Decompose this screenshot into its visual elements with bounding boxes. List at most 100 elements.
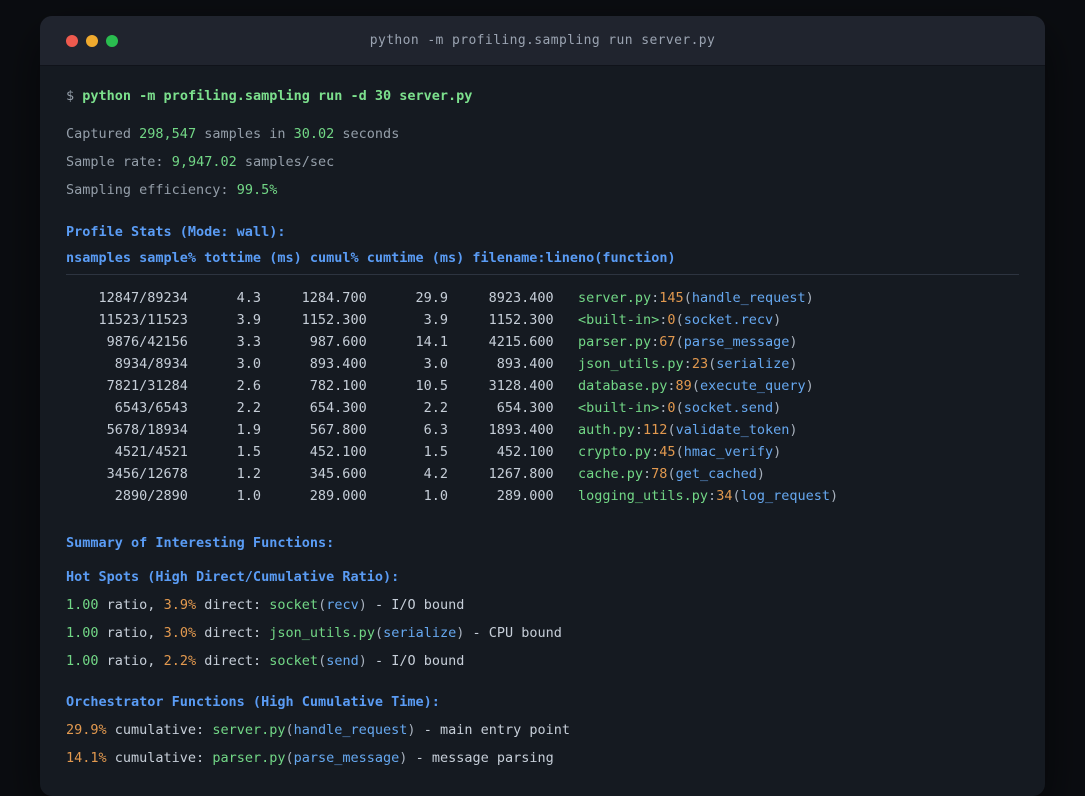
cell-tottime: 452.100 bbox=[309, 444, 367, 460]
cell-tottime: 567.800 bbox=[309, 422, 367, 438]
location-function: log_request bbox=[740, 488, 830, 504]
location-filename: cache.py bbox=[578, 466, 644, 482]
location-lineno: 112 bbox=[643, 422, 668, 438]
orchestrator-function: handle_request bbox=[293, 722, 408, 738]
profile-table: 12847/89234 4.3 1284.700 29.9 8923.400 server… bbox=[66, 287, 1019, 507]
location-lineno: 78 bbox=[651, 466, 668, 482]
cell-sample-pct: 1.9 bbox=[236, 422, 262, 438]
cell-nsamples: 11523/11523 bbox=[98, 312, 188, 328]
hot-spot-ratio: 1.00 bbox=[66, 653, 99, 669]
location-lineno: 45 bbox=[659, 444, 676, 460]
location-lineno: 0 bbox=[667, 400, 676, 416]
orchestrators-heading: Orchestrator Functions (High Cumulative … bbox=[66, 694, 440, 710]
hot-spot-item: 1.00 ratio, 3.9% direct: socket(recv) - … bbox=[66, 597, 465, 613]
orchestrator-note: - main entry point bbox=[423, 722, 571, 738]
cell-nsamples: 8934/8934 bbox=[114, 356, 188, 372]
orchestrator-function: parse_message bbox=[293, 750, 400, 766]
cell-sample-pct: 1.2 bbox=[236, 466, 262, 482]
location-function: socket.recv bbox=[683, 312, 774, 328]
cell-tottime: 654.300 bbox=[309, 400, 367, 416]
cell-cumtime: 893.400 bbox=[496, 356, 554, 372]
cell-cumul-pct: 4.2 bbox=[423, 466, 448, 482]
location-filename: auth.py bbox=[578, 422, 635, 438]
hot-spot-note: - CPU bound bbox=[472, 625, 562, 641]
location-filename: database.py bbox=[578, 378, 668, 394]
orchestrators-list: 29.9% cumulative: server.py(handle_reque… bbox=[66, 716, 1019, 772]
location-function: execute_query bbox=[699, 378, 806, 394]
efficiency-line: Sampling efficiency: 99.5% bbox=[66, 176, 1019, 204]
cumulative-label: cumulative: bbox=[114, 750, 205, 766]
profile-table-row: 6543/6543 2.2 654.300 2.2 654.300 <built-in>:… bbox=[66, 397, 1019, 419]
window-title: python -m profiling.sampling run server.… bbox=[369, 33, 716, 48]
cell-sample-pct: 3.0 bbox=[236, 356, 262, 372]
location-filename: logging_utils.py bbox=[578, 488, 709, 504]
hot-spot-module: json_utils.py bbox=[269, 625, 375, 641]
cell-sample-pct: 4.3 bbox=[236, 290, 262, 306]
titlebar[interactable]: python -m profiling.sampling run server.… bbox=[40, 16, 1045, 66]
hot-spots-heading: Hot Spots (High Direct/Cumulative Ratio)… bbox=[66, 569, 400, 585]
cell-location: server.py:145(handle_request) bbox=[578, 290, 814, 306]
profile-table-row: 5678/18934 1.9 567.800 6.3 1893.400 auth.py:1… bbox=[66, 419, 1019, 441]
location-filename: server.py bbox=[578, 290, 652, 306]
location-lineno: 34 bbox=[716, 488, 733, 504]
location-function: get_cached bbox=[675, 466, 757, 482]
cumulative-label: cumulative: bbox=[114, 722, 205, 738]
cell-sample-pct: 3.3 bbox=[236, 334, 262, 350]
hot-spot-item: 1.00 ratio, 2.2% direct: socket(send) - … bbox=[66, 653, 465, 669]
location-lineno: 145 bbox=[659, 290, 684, 306]
location-lineno: 67 bbox=[659, 334, 676, 350]
cell-sample-pct: 2.6 bbox=[236, 378, 262, 394]
cell-cumul-pct: 3.9 bbox=[423, 312, 448, 328]
captured-suffix: seconds bbox=[342, 126, 400, 142]
traffic-light-minimize-button[interactable] bbox=[86, 34, 98, 47]
cell-cumul-pct: 2.2 bbox=[423, 400, 448, 416]
terminal-window: python -m profiling.sampling run server.… bbox=[40, 16, 1045, 796]
cell-cumtime: 1267.800 bbox=[488, 466, 554, 482]
orchestrator-item: 29.9% cumulative: server.py(handle_reque… bbox=[66, 722, 571, 738]
cell-cumul-pct: 29.9 bbox=[415, 290, 448, 306]
ratio-label: ratio, bbox=[106, 625, 156, 641]
cell-location: json_utils.py:23(serialize) bbox=[578, 356, 798, 372]
ratio-label: ratio, bbox=[106, 653, 156, 669]
profile-table-row: 2890/2890 1.0 289.000 1.0 289.000 logging_uti… bbox=[66, 485, 1019, 507]
summary-heading: Summary of Interesting Functions: bbox=[66, 535, 335, 551]
hot-spot-ratio: 1.00 bbox=[66, 625, 99, 641]
location-lineno: 89 bbox=[675, 378, 692, 394]
profile-table-row: 3456/12678 1.2 345.600 4.2 1267.800 cache.py:… bbox=[66, 463, 1019, 485]
orchestrator-module: server.py bbox=[212, 722, 286, 738]
cell-cumul-pct: 3.0 bbox=[423, 356, 448, 372]
profile-columns-header: nsamples sample% tottime (ms) cumul% cum… bbox=[66, 250, 676, 266]
cell-location: logging_utils.py:34(log_request) bbox=[578, 488, 839, 504]
location-function: parse_message bbox=[683, 334, 790, 350]
orchestrator-note: - message parsing bbox=[415, 750, 554, 766]
captured-samples: 298,547 bbox=[139, 126, 197, 142]
traffic-light-zoom-button[interactable] bbox=[106, 34, 118, 47]
rate-suffix: samples/sec bbox=[244, 154, 335, 170]
location-filename: <built-in> bbox=[578, 400, 660, 416]
orchestrator-cumulative-pct: 14.1% bbox=[66, 750, 107, 766]
cell-cumtime: 1893.400 bbox=[488, 422, 554, 438]
profile-stats-heading: Profile Stats (Mode: wall): bbox=[66, 224, 286, 240]
efficiency-label: Sampling efficiency: bbox=[66, 182, 229, 198]
cell-location: auth.py:112(validate_token) bbox=[578, 422, 798, 438]
cell-cumtime: 3128.400 bbox=[488, 378, 554, 394]
location-function: handle_request bbox=[691, 290, 806, 306]
traffic-light-close-button[interactable] bbox=[66, 34, 78, 47]
cell-cumul-pct: 1.5 bbox=[423, 444, 448, 460]
terminal-content[interactable]: $ python -m profiling.sampling run -d 30… bbox=[40, 66, 1045, 772]
direct-label: direct: bbox=[204, 625, 262, 641]
cell-tottime: 289.000 bbox=[309, 488, 367, 504]
direct-label: direct: bbox=[204, 597, 262, 613]
hot-spot-item: 1.00 ratio, 3.0% direct: json_utils.py(s… bbox=[66, 625, 562, 641]
cell-location: crypto.py:45(hmac_verify) bbox=[578, 444, 782, 460]
hot-spot-direct-pct: 2.2% bbox=[163, 653, 197, 669]
profile-table-row: 8934/8934 3.0 893.400 3.0 893.400 json_utils.… bbox=[66, 353, 1019, 375]
hot-spot-function: send bbox=[326, 653, 359, 669]
command-text: python -m profiling.sampling run -d 30 s… bbox=[82, 88, 473, 104]
cell-cumtime: 452.100 bbox=[496, 444, 554, 460]
hot-spot-direct-pct: 3.9% bbox=[163, 597, 197, 613]
ratio-label: ratio, bbox=[106, 597, 156, 613]
location-filename: json_utils.py bbox=[578, 356, 684, 372]
profile-table-row: 11523/11523 3.9 1152.300 3.9 1152.300 <built-… bbox=[66, 309, 1019, 331]
cell-tottime: 782.100 bbox=[309, 378, 367, 394]
